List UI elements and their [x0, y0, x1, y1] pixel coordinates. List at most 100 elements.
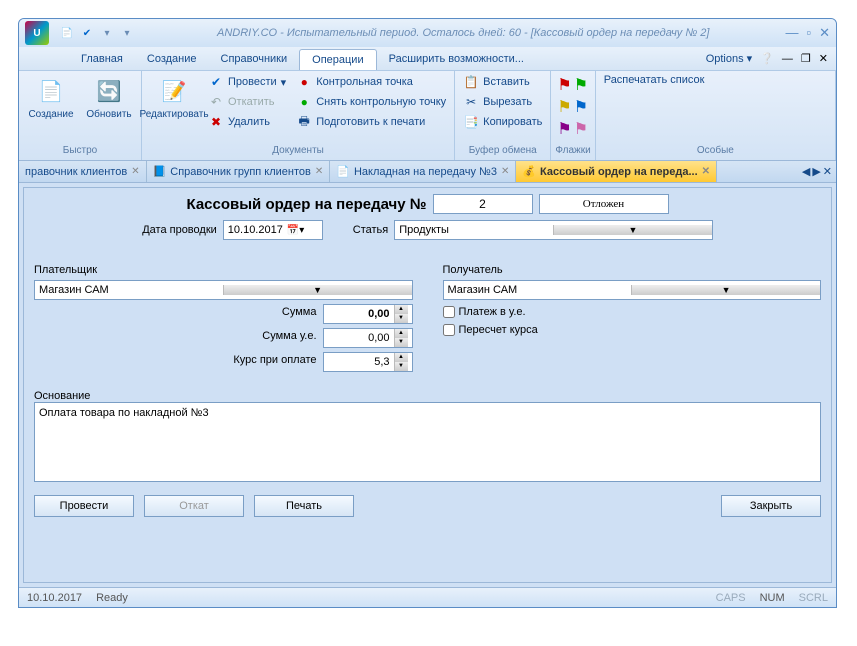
rate-label: Курс при оплате [233, 354, 316, 366]
tab-invoice[interactable]: 📄Накладная на передачу №3✕ [330, 161, 516, 182]
spin-up-icon[interactable]: ▲ [394, 305, 408, 314]
copy-button[interactable]: 📑Копировать [459, 113, 546, 131]
spin-down-icon[interactable]: ▼ [394, 362, 408, 371]
basis-textarea[interactable] [34, 402, 821, 482]
post-button[interactable]: ✔Провести ▾ [204, 73, 290, 91]
payer-combo[interactable]: Магазин САМ▼ [34, 280, 413, 300]
rollback-button[interactable]: ↶Откатить [204, 93, 290, 111]
book-icon: 📘 [153, 165, 167, 178]
delete-button[interactable]: ✖Удалить [204, 113, 290, 131]
sum-ue-input[interactable]: ▲▼ [323, 328, 413, 348]
close-icon[interactable]: ✕ [702, 166, 710, 177]
content-area: Кассовый ордер на передачу № Отложен Дат… [19, 183, 836, 587]
tab-prev-icon[interactable]: ◀ [802, 165, 810, 178]
statusbar: 10.10.2017 Ready CAPS NUM SCRL [19, 587, 836, 607]
chevron-down-icon: ▼ [631, 285, 820, 295]
paste-button[interactable]: 📋Вставить [459, 73, 546, 91]
edit-button[interactable]: 📝Редактировать [146, 73, 202, 122]
app-icon[interactable]: U [25, 21, 49, 45]
recalc-checkbox[interactable]: Пересчет курса [443, 324, 822, 336]
menu-create[interactable]: Создание [135, 47, 209, 70]
calendar-icon[interactable]: 📅▾ [287, 225, 304, 236]
print-list-button[interactable]: Распечатать список [600, 73, 709, 87]
new-doc-icon: 📄 [35, 75, 67, 107]
group-special: Особые [600, 143, 831, 158]
mdi-minimize-icon[interactable]: — [782, 53, 793, 65]
tab-next-icon[interactable]: ▶ [812, 165, 820, 178]
status-ready: Ready [96, 592, 128, 604]
flag-blue-icon[interactable]: ⚑ [574, 97, 588, 117]
menu-operations[interactable]: Операции [299, 49, 376, 70]
order-number-input[interactable] [433, 194, 533, 214]
mdi-restore-icon[interactable]: ❐ [801, 52, 811, 65]
flag-red-icon[interactable]: ⚑ [557, 75, 571, 95]
rollback-button: Откат [144, 495, 244, 517]
article-combo[interactable]: Продукты▼ [394, 220, 713, 240]
date-input[interactable]: 10.10.2017📅▾ [223, 220, 323, 240]
tab-close-icon[interactable]: ✕ [823, 165, 832, 178]
tab-client-groups[interactable]: 📘Справочник групп клиентов✕ [147, 161, 331, 182]
mdi-close-icon[interactable]: ✕ [819, 52, 828, 65]
group-docs: Документы [146, 143, 450, 158]
dot-green-icon: ● [296, 94, 312, 110]
spin-up-icon[interactable]: ▲ [394, 329, 408, 338]
flag-yellow-icon[interactable]: ⚑ [557, 97, 571, 117]
qat-dropdown-icon[interactable]: ▾ [99, 25, 115, 41]
flag-pink-icon[interactable]: ⚑ [574, 119, 588, 139]
group-quick: Быстро [23, 143, 137, 158]
form-heading-row: Кассовый ордер на передачу № Отложен [34, 194, 821, 214]
help-icon[interactable]: ❔ [760, 52, 774, 65]
sum-label: Сумма [282, 306, 317, 318]
refresh-icon: 🔄 [93, 75, 125, 107]
payer-label: Плательщик [34, 264, 413, 276]
document-tabs: правочник клиентов✕ 📘Справочник групп кл… [19, 161, 836, 183]
sum-ue-label: Сумма у.е. [262, 330, 316, 342]
uncheckpoint-button[interactable]: ●Снять контрольную точку [292, 93, 450, 111]
print-prep-icon: 🖶 [296, 114, 312, 130]
tab-clients[interactable]: правочник клиентов✕ [19, 161, 147, 182]
edit-icon: 📝 [158, 75, 190, 107]
menu-main[interactable]: Главная [69, 47, 135, 70]
rate-input[interactable]: ▲▼ [323, 352, 413, 372]
close-icon[interactable]: ✕ [315, 166, 323, 177]
print-button[interactable]: Печать [254, 495, 354, 517]
status-field: Отложен [539, 194, 669, 214]
maximize-button[interactable]: ▫ [806, 25, 811, 41]
cut-button[interactable]: ✂Вырезать [459, 93, 546, 111]
chevron-down-icon: ▼ [223, 285, 412, 295]
checkpoint-button[interactable]: ●Контрольная точка [292, 73, 450, 91]
flag-green-icon[interactable]: ⚑ [574, 75, 588, 95]
qat-more-icon[interactable]: ▾ [119, 25, 135, 41]
spin-up-icon[interactable]: ▲ [394, 353, 408, 362]
qat-check-icon[interactable]: ✔ [79, 25, 95, 41]
sum-input[interactable]: ▲▼ [323, 304, 413, 324]
refresh-button[interactable]: 🔄Обновить [81, 73, 137, 122]
create-button[interactable]: 📄Создание [23, 73, 79, 122]
money-icon: 💰 [522, 165, 536, 178]
prepare-print-button[interactable]: 🖶Подготовить к печати [292, 113, 450, 131]
close-form-button[interactable]: Закрыть [721, 495, 821, 517]
dot-red-icon: ● [296, 74, 312, 90]
pay-ue-checkbox[interactable]: Платеж в у.е. [443, 306, 822, 318]
check-icon: ✔ [208, 74, 224, 90]
undo-icon: ↶ [208, 94, 224, 110]
close-icon[interactable]: ✕ [131, 166, 139, 177]
status-caps: CAPS [716, 592, 746, 604]
close-button[interactable]: ✕ [819, 25, 830, 41]
minimize-button[interactable]: — [785, 25, 798, 41]
qat-new-icon[interactable]: 📄 [59, 25, 75, 41]
close-icon[interactable]: ✕ [501, 166, 509, 177]
group-flags: Флажки [555, 143, 590, 158]
options-link[interactable]: Options ▾ [706, 52, 753, 65]
tab-cash-order[interactable]: 💰Кассовый ордер на переда...✕ [516, 161, 717, 182]
spin-down-icon[interactable]: ▼ [394, 338, 408, 347]
flag-purple-icon[interactable]: ⚑ [557, 119, 571, 139]
post-button[interactable]: Провести [34, 495, 134, 517]
menu-extend[interactable]: Расширить возможности... [377, 47, 536, 70]
menu-refs[interactable]: Справочники [209, 47, 300, 70]
receiver-combo[interactable]: Магазин САМ▼ [443, 280, 822, 300]
status-date: 10.10.2017 [27, 592, 82, 604]
spin-down-icon[interactable]: ▼ [394, 314, 408, 323]
ribbon: 📄Создание 🔄Обновить Быстро 📝Редактироват… [19, 71, 836, 161]
basis-label: Основание [34, 390, 90, 402]
